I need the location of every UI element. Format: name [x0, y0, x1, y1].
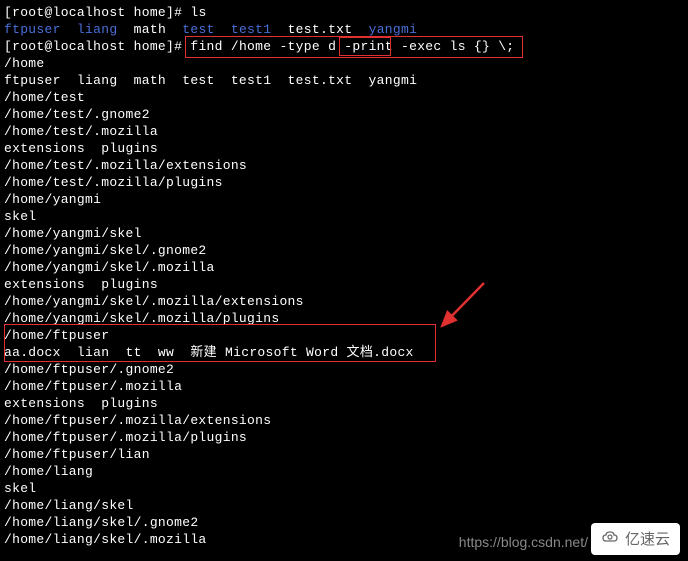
out-5: extensions plugins — [4, 140, 684, 157]
out-7: /home/test/.mozilla/plugins — [4, 174, 684, 191]
out-15: /home/yangmi/skel/.mozilla/plugins — [4, 310, 684, 327]
out-9: skel — [4, 208, 684, 225]
out-12: /home/yangmi/skel/.mozilla — [4, 259, 684, 276]
dir-test1: test1 — [231, 22, 272, 37]
out-10: /home/yangmi/skel — [4, 225, 684, 242]
dir-ftpuser: ftpuser — [4, 22, 61, 37]
logo-text: 亿速云 — [625, 531, 670, 548]
shell-prompt: [root@localhost home]# — [4, 5, 190, 20]
out-17: aa.docx lian tt ww 新建 Microsoft Word 文档.… — [4, 344, 684, 361]
ls-output-line: ftpuser liang math test test1 test.txt y… — [4, 21, 684, 38]
out-14: /home/yangmi/skel/.mozilla/extensions — [4, 293, 684, 310]
cloud-icon — [601, 529, 621, 549]
file-test-txt: test.txt — [288, 22, 353, 37]
out-18: /home/ftpuser/.gnome2 — [4, 361, 684, 378]
dir-math: math — [134, 22, 166, 37]
out-27: /home/liang/skel/.gnome2 — [4, 514, 684, 531]
dir-test: test — [182, 22, 214, 37]
out-25: skel — [4, 480, 684, 497]
out-1: ftpuser liang math test test1 test.txt y… — [4, 72, 684, 89]
out-23: /home/ftpuser/lian — [4, 446, 684, 463]
out-2: /home/test — [4, 89, 684, 106]
out-24: /home/liang — [4, 463, 684, 480]
watermark-text: https://blog.csdn.net/ — [459, 534, 588, 551]
cmd-find-part2: -exec ls {} \; — [393, 39, 515, 54]
out-21: /home/ftpuser/.mozilla/extensions — [4, 412, 684, 429]
dir-liang: liang — [77, 22, 118, 37]
prompt-line-2: [root@localhost home]# find /home -type … — [4, 38, 684, 55]
out-3: /home/test/.gnome2 — [4, 106, 684, 123]
out-8: /home/yangmi — [4, 191, 684, 208]
cmd-find-print: -print — [344, 39, 393, 54]
out-26: /home/liang/skel — [4, 497, 684, 514]
logo-badge: 亿速云 — [591, 523, 680, 555]
prompt-line-1: [root@localhost home]# ls — [4, 4, 684, 21]
shell-prompt-2: [root@localhost home]# — [4, 39, 190, 54]
out-22: /home/ftpuser/.mozilla/plugins — [4, 429, 684, 446]
out-0: /home — [4, 55, 684, 72]
out-6: /home/test/.mozilla/extensions — [4, 157, 684, 174]
cmd-ls: ls — [190, 5, 206, 20]
out-16: /home/ftpuser — [4, 327, 684, 344]
out-4: /home/test/.mozilla — [4, 123, 684, 140]
out-19: /home/ftpuser/.mozilla — [4, 378, 684, 395]
out-20: extensions plugins — [4, 395, 684, 412]
cmd-find-part1: find /home -type d — [190, 39, 344, 54]
out-13: extensions plugins — [4, 276, 684, 293]
out-11: /home/yangmi/skel/.gnome2 — [4, 242, 684, 259]
dir-yangmi: yangmi — [369, 22, 418, 37]
